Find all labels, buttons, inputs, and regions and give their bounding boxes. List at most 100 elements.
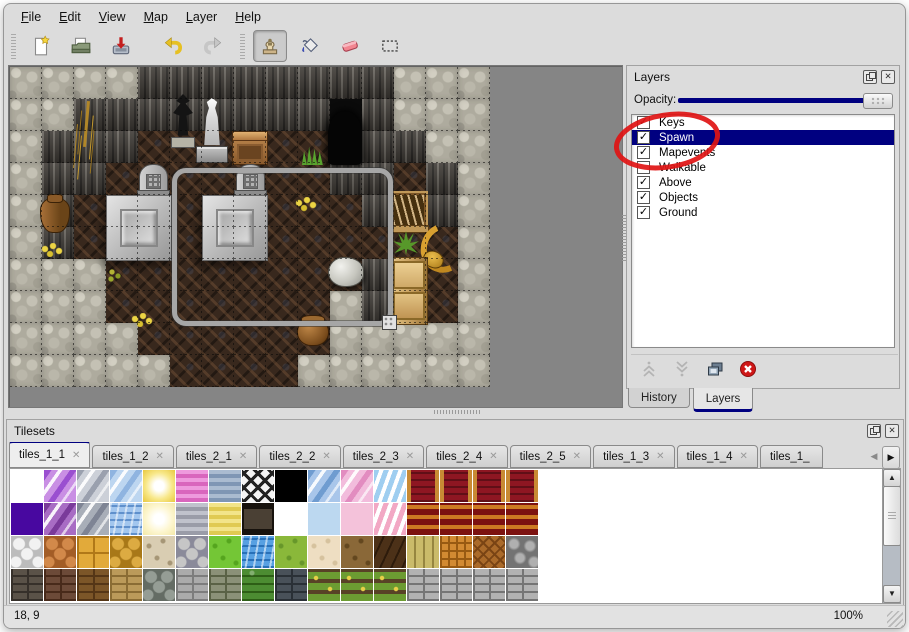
- tileset-tile[interactable]: [275, 536, 307, 568]
- layer-visibility-checkbox[interactable]: [637, 161, 650, 174]
- layer-visibility-checkbox[interactable]: ✓: [637, 206, 650, 219]
- tileset-tab-tiles_1_[interactable]: tiles_1_: [760, 445, 823, 468]
- scrollbar-thumb[interactable]: [883, 486, 901, 546]
- tileset-tile[interactable]: [341, 569, 373, 601]
- tileset-tile[interactable]: [275, 503, 307, 535]
- layer-row-objects[interactable]: ✓Objects: [632, 190, 894, 205]
- tileset-tab-tiles_2_4[interactable]: tiles_2_4✕: [426, 445, 507, 468]
- tileset-tile[interactable]: [77, 536, 109, 568]
- tileset-tile[interactable]: [242, 569, 274, 601]
- selection-resize-handle[interactable]: [382, 315, 397, 330]
- menu-edit[interactable]: Edit: [50, 7, 90, 27]
- eraser-tool-button[interactable]: [333, 30, 367, 62]
- tileset-tile[interactable]: [473, 569, 505, 601]
- tileset-tile[interactable]: [308, 503, 340, 535]
- tileset-tile[interactable]: [374, 470, 406, 502]
- tileset-tile[interactable]: [44, 470, 76, 502]
- tileset-tile[interactable]: [143, 503, 175, 535]
- tileset-tile[interactable]: [44, 536, 76, 568]
- tileset-tile[interactable]: [506, 470, 538, 502]
- map-viewport[interactable]: [8, 65, 623, 408]
- tileset-tile[interactable]: [77, 569, 109, 601]
- close-panel-button[interactable]: ✕: [885, 424, 899, 438]
- scroll-down-button[interactable]: ▼: [883, 585, 901, 603]
- tileset-tile[interactable]: [440, 536, 472, 568]
- tileset-tile[interactable]: [11, 503, 43, 535]
- tileset-tile[interactable]: [374, 569, 406, 601]
- tileset-tab-tiles_2_5[interactable]: tiles_2_5✕: [510, 445, 591, 468]
- tileset-scrollbar[interactable]: ▲ ▼: [882, 469, 900, 603]
- tileset-tile[interactable]: [440, 503, 472, 535]
- menu-layer[interactable]: Layer: [177, 7, 226, 27]
- close-tab-icon[interactable]: ✕: [322, 451, 330, 462]
- stamp-tool-button[interactable]: [253, 30, 287, 62]
- tileset-tile[interactable]: [473, 536, 505, 568]
- layer-row-walkable[interactable]: Walkable: [632, 160, 894, 175]
- duplicate-layer-button[interactable]: [702, 357, 728, 381]
- tileset-tile[interactable]: [473, 503, 505, 535]
- tileset-tab-tiles_1_4[interactable]: tiles_1_4✕: [677, 445, 758, 468]
- layer-visibility-checkbox[interactable]: ✓: [637, 131, 650, 144]
- float-panel-button[interactable]: [867, 424, 881, 438]
- tileset-tile[interactable]: [77, 470, 109, 502]
- tileset-tile[interactable]: [110, 536, 142, 568]
- tileset-tile[interactable]: [407, 569, 439, 601]
- tileset-tile[interactable]: [209, 503, 241, 535]
- tileset-tab-tiles_1_3[interactable]: tiles_1_3✕: [593, 445, 674, 468]
- tileset-tile[interactable]: [11, 470, 43, 502]
- tileset-tile[interactable]: [506, 536, 538, 568]
- tileset-tile[interactable]: [308, 470, 340, 502]
- tileset-tab-tiles_2_1[interactable]: tiles_2_1✕: [176, 445, 257, 468]
- menu-file[interactable]: File: [12, 7, 50, 27]
- tileset-tile[interactable]: [242, 536, 274, 568]
- tileset-tile[interactable]: [176, 503, 208, 535]
- toolbar-drag-handle[interactable]: [240, 33, 245, 59]
- layer-visibility-checkbox[interactable]: ✓: [637, 116, 650, 129]
- tileset-tile[interactable]: [440, 569, 472, 601]
- tileset-tile[interactable]: [110, 503, 142, 535]
- scroll-tabs-left-button[interactable]: ◀: [866, 446, 882, 467]
- tileset-tile[interactable]: [275, 470, 307, 502]
- tileset-tile[interactable]: [308, 569, 340, 601]
- tileset-tab-tiles_2_2[interactable]: tiles_2_2✕: [259, 445, 340, 468]
- tileset-tile[interactable]: [77, 503, 109, 535]
- horizontal-splitter[interactable]: [4, 407, 621, 417]
- tileset-tile[interactable]: [407, 503, 439, 535]
- tileset-tile[interactable]: [11, 569, 43, 601]
- tileset-tile[interactable]: [209, 569, 241, 601]
- tileset-tile[interactable]: [473, 470, 505, 502]
- fill-tool-button[interactable]: [293, 30, 327, 62]
- tileset-tile[interactable]: [110, 569, 142, 601]
- tileset-tile[interactable]: [341, 470, 373, 502]
- tileset-tile[interactable]: [110, 470, 142, 502]
- layer-row-keys[interactable]: ✓Keys: [632, 115, 894, 130]
- tileset-tile[interactable]: [209, 536, 241, 568]
- scroll-tabs-right-button[interactable]: ▶: [882, 446, 900, 469]
- close-tab-icon[interactable]: ✕: [155, 451, 163, 462]
- layer-row-ground[interactable]: ✓Ground: [632, 205, 894, 220]
- dock-tab-history[interactable]: History: [628, 388, 690, 408]
- redo-button[interactable]: [196, 30, 230, 62]
- layer-row-spawn[interactable]: ✓Spawn: [632, 130, 894, 145]
- tileset-tile[interactable]: [275, 569, 307, 601]
- tileset-tile[interactable]: [44, 569, 76, 601]
- layer-row-above[interactable]: ✓Above: [632, 175, 894, 190]
- tileset-tile[interactable]: [143, 536, 175, 568]
- layer-visibility-checkbox[interactable]: ✓: [637, 176, 650, 189]
- open-map-button[interactable]: [64, 30, 98, 62]
- tileset-tile[interactable]: [242, 470, 274, 502]
- layer-visibility-checkbox[interactable]: ✓: [637, 146, 650, 159]
- raise-layer-button[interactable]: [636, 357, 662, 381]
- tileset-tile[interactable]: [374, 503, 406, 535]
- tileset-tile[interactable]: [176, 536, 208, 568]
- opacity-slider[interactable]: [678, 98, 891, 103]
- tileset-tab-tiles_1_2[interactable]: tiles_1_2✕: [92, 445, 173, 468]
- close-panel-button[interactable]: ✕: [881, 70, 895, 84]
- tileset-tile[interactable]: [341, 536, 373, 568]
- tileset-tile[interactable]: [242, 503, 274, 535]
- close-tab-icon[interactable]: ✕: [573, 451, 581, 462]
- close-tab-icon[interactable]: ✕: [740, 451, 748, 462]
- map-selection-rect[interactable]: [172, 168, 393, 326]
- layer-visibility-checkbox[interactable]: ✓: [637, 191, 650, 204]
- new-map-button[interactable]: [24, 30, 58, 62]
